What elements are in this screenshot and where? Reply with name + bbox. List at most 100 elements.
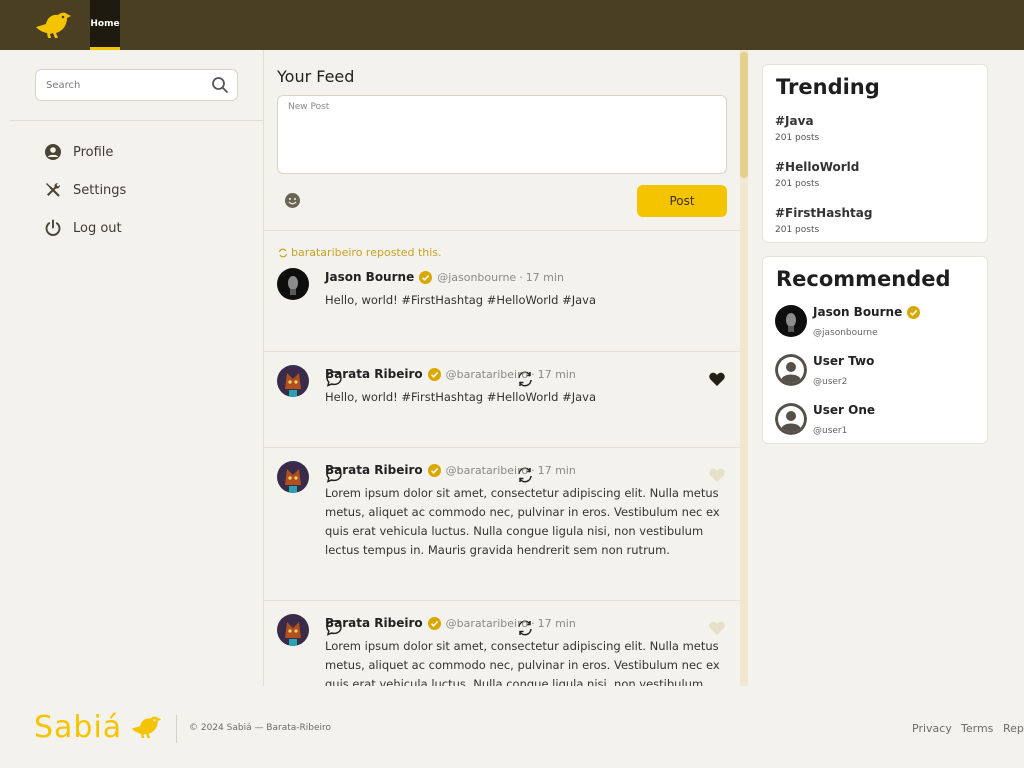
search-input[interactable]: [46, 77, 206, 93]
avatar[interactable]: [775, 305, 807, 337]
author-name[interactable]: Barata Ribeiro: [325, 367, 423, 381]
author-name[interactable]: Barata Ribeiro: [325, 463, 423, 477]
post-body: Hello, world! #FirstHashtag #HelloWorld …: [325, 293, 597, 307]
avatar[interactable]: [277, 461, 309, 493]
post-time: 17 min: [525, 270, 564, 284]
sidebar-item-label: Settings: [73, 182, 127, 198]
post-author-line: Jason Bourne @jasonbourne · 17 min: [325, 270, 564, 284]
avatar[interactable]: [277, 268, 309, 300]
footer-link-terms[interactable]: Terms: [961, 722, 993, 735]
avatar[interactable]: [775, 403, 807, 435]
verified-icon: [427, 616, 441, 630]
bird-icon[interactable]: [34, 10, 72, 40]
author-handle[interactable]: @barataribeiro: [446, 617, 528, 630]
post-button[interactable]: Post: [637, 185, 727, 217]
repost-icon: [278, 248, 288, 257]
post-author-line: Barata Ribeiro @barataribeiro · 17 min: [325, 463, 576, 477]
sidebar-divider: [10, 120, 263, 121]
trending-tag[interactable]: #Java: [775, 114, 814, 128]
post-body: Lorem ipsum dolor sit amet, consectetur …: [325, 486, 720, 557]
emoji-icon[interactable]: [284, 192, 301, 209]
feed-column: Your Feed Post barataribeiro reposted th…: [264, 50, 740, 686]
copyright-text: © 2024 Sabiá — Barata-Ribeiro: [189, 723, 332, 733]
heart-icon[interactable]: [708, 370, 726, 388]
post-time: 17 min: [537, 367, 576, 381]
avatar-image: [775, 305, 807, 337]
feed-divider: [264, 447, 740, 448]
post-author-line: Barata Ribeiro @barataribeiro · 17 min: [325, 367, 576, 381]
footer-brand[interactable]: Sabiá: [34, 710, 122, 745]
feed-title: Your Feed: [277, 67, 355, 86]
default-avatar-icon: [775, 403, 807, 435]
author-handle[interactable]: @barataribeiro: [446, 464, 528, 477]
trending-card: Trending #Java 201 posts #HelloWorld 201…: [762, 64, 988, 243]
post-time: 17 min: [537, 616, 576, 630]
search-icon[interactable]: [211, 76, 229, 94]
separator-dot: ·: [531, 463, 535, 477]
recommended-user-line: Jason Bourne: [813, 305, 925, 319]
sidebar-item-label: Profile: [73, 144, 114, 160]
separator-dot: ·: [531, 616, 535, 630]
recommended-user-line: User One: [813, 403, 875, 417]
recommended-title: Recommended: [776, 267, 951, 291]
feed-divider: [264, 230, 740, 231]
separator-dot: ·: [531, 367, 535, 381]
sidebar-item-logout[interactable]: Log out: [44, 217, 122, 239]
trending-tag-count: 201 posts: [775, 133, 820, 143]
power-icon: [45, 219, 61, 236]
bird-icon: [131, 716, 162, 738]
footer-link-privacy[interactable]: Privacy: [912, 722, 952, 735]
avatar-image: [277, 614, 309, 646]
new-post-input[interactable]: [288, 102, 716, 166]
new-post-box: [277, 95, 727, 174]
avatar-image: [277, 461, 309, 493]
footer-separator: [176, 715, 177, 743]
trending-tag[interactable]: #HelloWorld: [775, 160, 859, 174]
post-author-line: Barata Ribeiro @barataribeiro · 17 min: [325, 616, 576, 630]
recommended-user-name[interactable]: User Two: [813, 354, 874, 368]
tab-home[interactable]: Home: [90, 0, 120, 50]
default-avatar-icon: [775, 354, 807, 386]
heart-icon[interactable]: [708, 466, 726, 484]
avatar-image: [277, 365, 309, 397]
repost-text: barataribeiro reposted this.: [291, 246, 442, 259]
trending-tag-count: 201 posts: [775, 225, 820, 235]
verified-icon: [419, 270, 433, 284]
settings-icon: [46, 183, 60, 197]
repost-note: barataribeiro reposted this.: [278, 246, 442, 259]
post-body: Lorem ipsum dolor sit amet, consectetur …: [325, 639, 720, 686]
recommended-card: Recommended Jason Bourne @jasonbourne Us…: [762, 256, 988, 444]
verified-icon: [427, 367, 441, 381]
avatar[interactable]: [775, 354, 807, 386]
sidebar-item-profile[interactable]: Profile: [44, 141, 113, 163]
recommended-user-name[interactable]: User One: [813, 403, 875, 417]
feed-scrollbar-thumb[interactable]: [740, 52, 748, 178]
verified-icon: [907, 305, 921, 319]
author-handle[interactable]: @barataribeiro: [446, 368, 528, 381]
trending-tag[interactable]: #FirstHashtag: [775, 206, 872, 220]
recommended-user-line: User Two: [813, 354, 874, 368]
trending-title: Trending: [776, 75, 880, 99]
recommended-user-handle: @user2: [813, 377, 848, 387]
author-name[interactable]: Barata Ribeiro: [325, 616, 423, 630]
post-body: Hello, world! #FirstHashtag #HelloWorld …: [325, 390, 597, 404]
feed-divider: [264, 351, 740, 352]
recommended-user-handle: @jasonbourne: [813, 328, 878, 338]
profile-icon: [45, 144, 61, 160]
recommended-user-handle: @user1: [813, 426, 848, 436]
avatar[interactable]: [277, 614, 309, 646]
footer-link-report[interactable]: Rep: [1003, 722, 1024, 735]
avatar-image: [277, 268, 309, 300]
trending-tag-count: 201 posts: [775, 179, 820, 189]
recommended-user-name[interactable]: Jason Bourne: [813, 305, 902, 319]
avatar[interactable]: [277, 365, 309, 397]
separator-dot: ·: [519, 270, 523, 284]
feed-divider: [264, 600, 740, 601]
heart-icon[interactable]: [708, 619, 726, 637]
post-time: 17 min: [537, 463, 576, 477]
sidebar-item-label: Log out: [73, 220, 122, 236]
author-name[interactable]: Jason Bourne: [325, 270, 414, 284]
search-box: [35, 69, 238, 101]
author-handle[interactable]: @jasonbourne: [437, 271, 516, 284]
sidebar-item-settings[interactable]: Settings: [44, 179, 126, 201]
